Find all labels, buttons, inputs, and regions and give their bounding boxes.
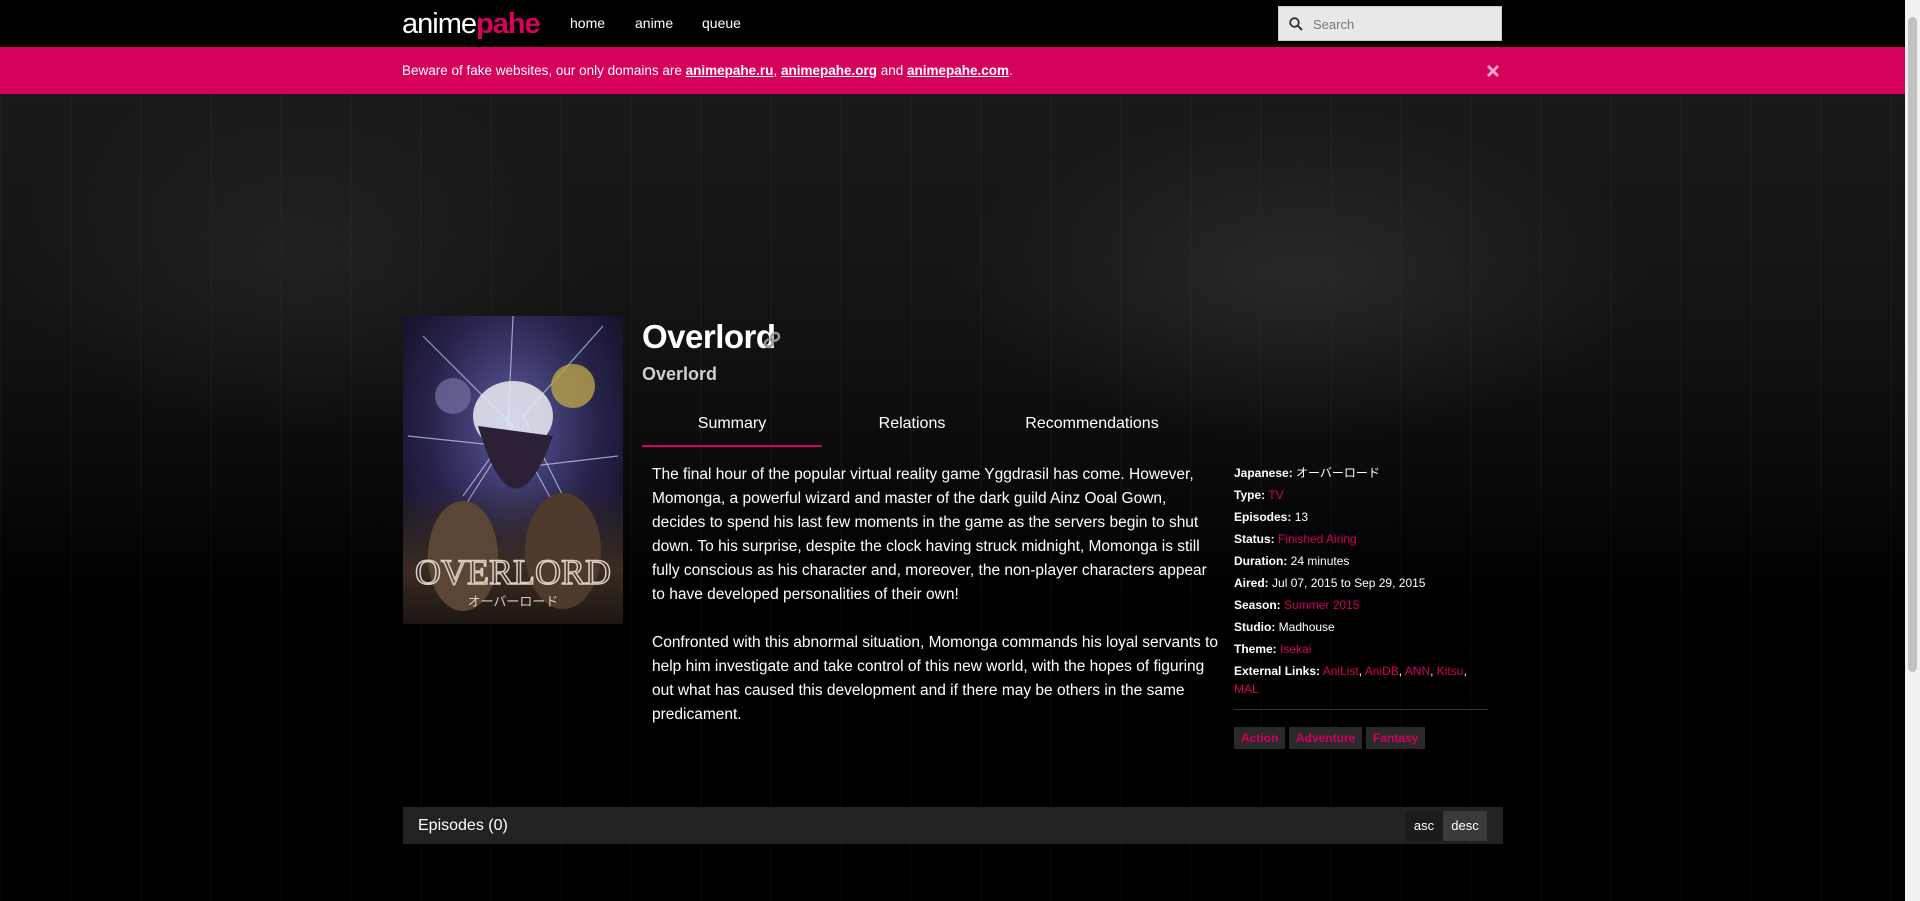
- info-type: Type: TV: [1234, 488, 1284, 502]
- scrollbar-thumb[interactable]: [1908, 17, 1917, 672]
- info-external-links: External Links: AniList, AniDB, ANN, Kit…: [1234, 664, 1467, 696]
- info-episodes: Episodes: 13: [1234, 510, 1309, 524]
- info-duration: Duration: 24 minutes: [1234, 554, 1350, 568]
- domain-link-org[interactable]: animepahe.org: [781, 63, 877, 78]
- search-icon: [1289, 17, 1303, 31]
- nav-link-home[interactable]: home: [570, 15, 605, 31]
- sort-asc-button[interactable]: asc: [1405, 811, 1443, 841]
- anime-poster: OVERLORD オーバーロード: [403, 316, 623, 624]
- status-link[interactable]: Finished Airing: [1278, 532, 1357, 546]
- external-link-kitsu[interactable]: Kitsu: [1437, 664, 1464, 678]
- external-link-anidb[interactable]: AniDB: [1365, 664, 1399, 678]
- genre-tag-action[interactable]: Action: [1234, 727, 1286, 749]
- episodes-title: Episodes (0): [418, 817, 508, 834]
- anime-title: Overlord: [642, 318, 776, 355]
- episodes-header: Episodes (0) asc desc: [403, 807, 1503, 844]
- tab-relations[interactable]: Relations: [822, 400, 1002, 447]
- sort-desc-button[interactable]: desc: [1443, 811, 1487, 841]
- synopsis: The final hour of the popular virtual re…: [652, 463, 1220, 751]
- poster-title-text: OVERLORD: [415, 552, 611, 592]
- warning-banner: Beware of fake websites, our only domain…: [0, 47, 1905, 94]
- nav-link-queue[interactable]: queue: [702, 15, 741, 31]
- external-link-ann[interactable]: ANN: [1405, 664, 1430, 678]
- poster-subtitle-text: オーバーロード: [468, 595, 559, 610]
- info-season: Season: Summer 2015: [1234, 598, 1360, 612]
- theme-link[interactable]: Isekai: [1280, 642, 1311, 656]
- top-navbar: animepahe home anime queue: [0, 0, 1905, 47]
- info-status: Status: Finished Airing: [1234, 532, 1357, 546]
- link-icon[interactable]: [762, 330, 782, 350]
- info-aired: Aired: Jul 07, 2015 to Sep 29, 2015: [1234, 576, 1426, 590]
- type-link[interactable]: TV: [1268, 488, 1283, 502]
- info-studio: Studio: Madhouse: [1234, 620, 1335, 634]
- genre-tag-fantasy[interactable]: Fantasy: [1366, 727, 1426, 749]
- external-link-anilist[interactable]: AniList: [1323, 664, 1359, 678]
- nav-link-anime[interactable]: anime: [635, 15, 673, 31]
- close-banner-icon[interactable]: [1484, 62, 1502, 80]
- synopsis-paragraph: The final hour of the popular virtual re…: [652, 466, 1207, 603]
- info-japanese: Japanese: オーバーロード: [1234, 466, 1380, 480]
- tab-summary[interactable]: Summary: [642, 400, 822, 447]
- info-divider: [1234, 709, 1488, 710]
- season-link[interactable]: Summer 2015: [1284, 598, 1359, 612]
- page-scrollbar[interactable]: [1905, 0, 1920, 901]
- synopsis-paragraph: Confronted with this abnormal situation,…: [652, 634, 1219, 723]
- search-input[interactable]: [1311, 7, 1500, 42]
- site-logo[interactable]: animepahe: [402, 8, 541, 41]
- banner-text: Beware of fake websites, our only domain…: [402, 63, 1013, 78]
- domain-link-com[interactable]: animepahe.com: [907, 63, 1009, 78]
- anime-info-panel: Japanese: オーバーロード Type: TV Episodes: 13 …: [1234, 462, 1488, 698]
- info-theme: Theme: Isekai: [1234, 642, 1312, 656]
- genre-tag-adventure[interactable]: Adventure: [1289, 727, 1363, 749]
- domain-link-ru[interactable]: animepahe.ru: [686, 63, 774, 78]
- anime-subtitle: Overlord: [642, 364, 718, 384]
- tab-recommendations[interactable]: Recommendations: [1002, 400, 1182, 447]
- search-box[interactable]: [1278, 6, 1502, 42]
- external-link-mal[interactable]: MAL: [1234, 682, 1259, 696]
